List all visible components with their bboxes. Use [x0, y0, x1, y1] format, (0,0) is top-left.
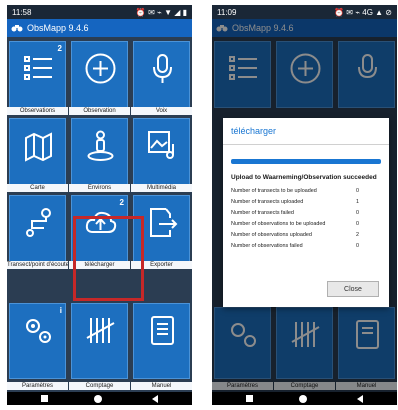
status-time: 11:09	[217, 7, 237, 17]
nav-bar	[212, 392, 397, 405]
stat-row: Number of observations to be uploaded 0	[223, 218, 389, 229]
tile-multimedia[interactable]	[133, 118, 190, 185]
status-icons: ⏰ ✉ ⌁ ▼ ◢ ▮	[135, 7, 187, 17]
stat-row: Number of transects failed 0	[223, 207, 389, 218]
upload-result-heading: Upload to Waarneming/Observation succeed…	[231, 174, 377, 181]
microphone-icon	[153, 54, 172, 83]
badge-count: 2	[57, 44, 62, 53]
recent-apps-icon[interactable]	[41, 395, 48, 402]
phone-screen-menu: 11:58 ⏰ ✉ ⌁ ▼ ◢ ▮ ObsMapp 9.4.6 2 Observ…	[7, 5, 192, 405]
home-icon[interactable]	[299, 395, 307, 403]
book-icon	[151, 316, 174, 345]
highlight-box	[73, 216, 144, 301]
gears-icon	[26, 319, 51, 343]
stat-label: Number of transects uploaded	[231, 198, 304, 205]
tile-label: Paramètres	[7, 382, 68, 390]
tile-comptage[interactable]	[71, 303, 128, 379]
tile-carte[interactable]	[9, 118, 66, 185]
dialog-title: télécharger	[231, 126, 277, 136]
export-icon	[150, 208, 178, 237]
media-icon	[148, 131, 174, 159]
tile-voix[interactable]	[133, 41, 190, 108]
upload-dialog: télécharger Upload to Waarneming/Observa…	[223, 118, 389, 307]
tile-manuel[interactable]	[133, 303, 190, 379]
home-icon[interactable]	[94, 395, 102, 403]
menu-grid: 2 Observations Observation Voix Carte En…	[7, 37, 192, 392]
stat-row: Number of observations uploaded 2	[223, 229, 389, 240]
app-title: ObsMapp 9.4.6	[27, 23, 89, 33]
stat-value: 0	[356, 187, 359, 194]
stat-label: Number of transects failed	[231, 209, 294, 216]
stat-row: Number of transects to be uploaded 0	[223, 185, 389, 196]
list-icon	[24, 56, 52, 80]
tile-label: Observation	[69, 107, 130, 115]
back-icon[interactable]	[357, 395, 363, 403]
phone-screen-upload-dialog: 11:09 ⏰ ✉ ⌁ 4G ▲ ⊘ ObsMapp 9.4.6 Paramèt…	[212, 5, 397, 405]
badge-count: 2	[119, 198, 124, 207]
tile-label: Environs	[69, 184, 130, 192]
recent-apps-icon[interactable]	[246, 395, 253, 402]
plus-circle-icon	[85, 53, 116, 84]
tile-label: Multimédia	[131, 184, 192, 192]
binoculars-icon	[11, 25, 23, 32]
tile-label: Carte	[7, 184, 68, 192]
tile-label: Comptage	[69, 382, 130, 390]
app-bar: ObsMapp 9.4.6	[7, 19, 192, 37]
tile-transect[interactable]	[9, 195, 66, 262]
stat-value: 0	[356, 242, 359, 249]
tile-environs[interactable]	[71, 118, 128, 185]
status-bar: 11:09 ⏰ ✉ ⌁ 4G ▲ ⊘	[212, 5, 397, 19]
stat-value: 2	[356, 231, 359, 238]
tile-label: Observations	[7, 107, 68, 115]
status-bar: 11:58 ⏰ ✉ ⌁ ▼ ◢ ▮	[7, 5, 192, 19]
map-icon	[25, 132, 52, 162]
stat-label: Number of observations to be uploaded	[231, 220, 326, 227]
nav-bar	[7, 392, 192, 405]
tile-observations[interactable]: 2	[9, 41, 66, 108]
tally-icon	[86, 318, 115, 343]
tile-label: Voix	[131, 107, 192, 115]
close-button[interactable]: Close	[327, 281, 379, 297]
status-icons: ⏰ ✉ ⌁ 4G ▲ ⊘	[334, 7, 392, 17]
person-location-icon	[87, 130, 114, 161]
stat-value: 1	[356, 198, 359, 205]
stat-value: 0	[356, 220, 359, 227]
stat-label: Number of observations failed	[231, 242, 303, 249]
stat-row: Number of observations failed 0	[223, 240, 389, 251]
badge-info: i	[59, 306, 62, 315]
route-icon	[26, 208, 51, 237]
stat-row: Number of transects uploaded 1	[223, 196, 389, 207]
tile-label: Transect/point d'écoute	[7, 261, 68, 269]
status-time: 11:58	[12, 7, 32, 17]
stat-label: Number of transects to be uploaded	[231, 187, 317, 194]
back-icon[interactable]	[152, 395, 158, 403]
stat-label: Number of observations uploaded	[231, 231, 312, 238]
stat-value: 0	[356, 209, 359, 216]
tile-label: Manuel	[131, 382, 192, 390]
tile-parametres[interactable]: i	[9, 303, 66, 379]
dialog-divider	[223, 144, 389, 145]
tile-observation[interactable]	[71, 41, 128, 108]
